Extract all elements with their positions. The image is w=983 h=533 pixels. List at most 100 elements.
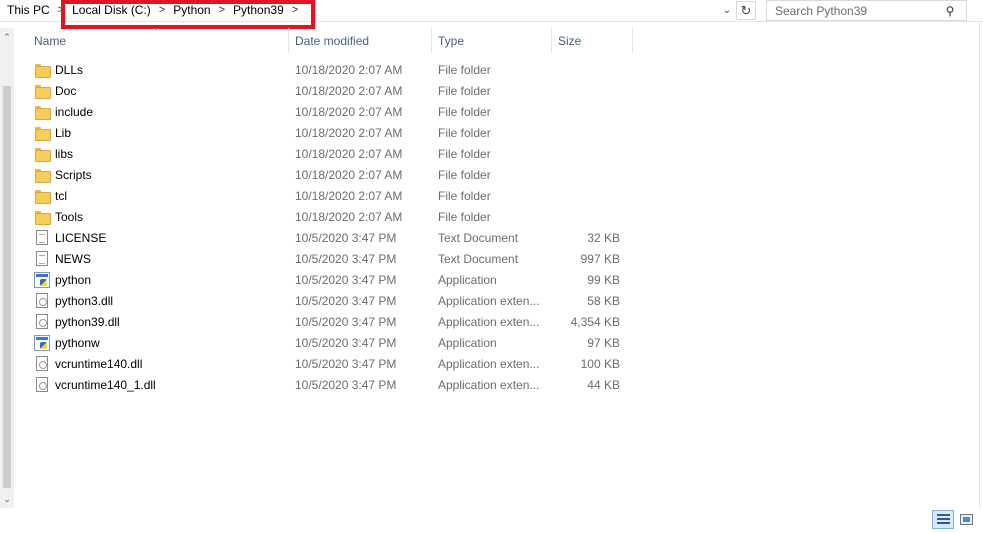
file-name: Lib	[55, 125, 72, 140]
python-app-icon	[34, 334, 50, 351]
breadcrumb-separator-icon[interactable]: >	[287, 4, 303, 16]
large-icons-view-icon	[959, 514, 973, 525]
table-row[interactable]: Lib 10/18/2020 2:07 AM File folder	[14, 122, 634, 143]
file-size: 58 KB	[587, 293, 620, 308]
file-name: libs	[55, 146, 74, 161]
file-date: 10/18/2020 2:07 AM	[295, 62, 403, 77]
file-type: File folder	[438, 167, 491, 182]
file-type: Text Document	[438, 230, 519, 245]
breadcrumb-this-pc[interactable]: This PC	[4, 3, 53, 17]
file-type: Text Document	[438, 251, 519, 266]
file-name-cell[interactable]: python3.dll	[14, 293, 289, 308]
column-name[interactable]: Name	[14, 28, 289, 53]
file-date: 10/18/2020 2:07 AM	[295, 209, 403, 224]
file-name-cell[interactable]: vcruntime140_1.dll	[14, 377, 289, 392]
file-size: 997 KB	[580, 251, 620, 266]
large-icons-view-button[interactable]	[955, 510, 977, 529]
file-name: LICENSE	[55, 230, 107, 245]
file-name: pythonw	[55, 335, 100, 350]
breadcrumb-local-disk[interactable]: Local Disk (C:)	[69, 3, 154, 17]
vertical-scrollbar[interactable]: ⌃ ⌄	[0, 28, 14, 508]
table-row[interactable]: pythonw 10/5/2020 3:47 PM Application 97 KB	[14, 332, 634, 353]
column-size[interactable]: Size	[552, 28, 633, 53]
chevron-down-icon[interactable]: ⌄	[718, 2, 736, 19]
file-type: Application	[438, 335, 497, 350]
file-type: File folder	[438, 146, 491, 161]
file-date: 10/5/2020 3:47 PM	[295, 251, 397, 266]
file-date: 10/18/2020 2:07 AM	[295, 146, 403, 161]
table-row[interactable]: Scripts 10/18/2020 2:07 AM File folder	[14, 164, 634, 185]
breadcrumb-python39[interactable]: Python39	[230, 3, 287, 17]
file-name: vcruntime140_1.dll	[55, 377, 156, 392]
file-name: vcruntime140.dll	[55, 356, 143, 371]
file-size: 44 KB	[587, 377, 620, 392]
table-row[interactable]: LICENSE 10/5/2020 3:47 PM Text Document 32 …	[14, 227, 634, 248]
folder-icon	[34, 83, 51, 99]
file-name-cell[interactable]: Tools	[14, 209, 289, 225]
file-name-cell[interactable]: Doc	[14, 83, 289, 99]
table-row[interactable]: python 10/5/2020 3:47 PM Application 99 KB	[14, 269, 634, 290]
file-type: Application	[438, 272, 497, 287]
column-type[interactable]: Type	[432, 28, 552, 53]
breadcrumb: This PC > Local Disk (C:) > Python > Pyt…	[0, 0, 303, 20]
file-name-cell[interactable]: tcl	[14, 188, 289, 204]
file-date: 10/18/2020 2:07 AM	[295, 104, 403, 119]
file-type: File folder	[438, 188, 491, 203]
table-row[interactable]: Doc 10/18/2020 2:07 AM File folder	[14, 80, 634, 101]
table-row[interactable]: DLLs 10/18/2020 2:07 AM File folder	[14, 59, 634, 80]
magnifier-icon[interactable]: ⚲	[939, 1, 961, 21]
scroll-down-icon[interactable]: ⌄	[0, 492, 14, 506]
table-row[interactable]: Tools 10/18/2020 2:07 AM File folder	[14, 206, 634, 227]
file-list: DLLs 10/18/2020 2:07 AM File folder Doc 10/1…	[14, 59, 634, 395]
table-row[interactable]: vcruntime140.dll 10/5/2020 3:47 PM Applica…	[14, 353, 634, 374]
scroll-up-icon[interactable]: ⌃	[0, 30, 14, 44]
file-type: File folder	[438, 209, 491, 224]
table-row[interactable]: tcl 10/18/2020 2:07 AM File folder	[14, 185, 634, 206]
file-date: 10/5/2020 3:47 PM	[295, 314, 397, 329]
file-name-cell[interactable]: LICENSE	[14, 230, 289, 245]
file-name-cell[interactable]: pythonw	[14, 334, 289, 351]
file-date: 10/5/2020 3:47 PM	[295, 356, 397, 371]
search-input[interactable]	[767, 3, 939, 18]
search-box[interactable]: ⚲	[766, 0, 967, 21]
table-row[interactable]: libs 10/18/2020 2:07 AM File folder	[14, 143, 634, 164]
file-name: tcl	[55, 188, 67, 203]
file-name-cell[interactable]: DLLs	[14, 62, 289, 78]
dll-file-icon	[36, 356, 48, 371]
table-row[interactable]: vcruntime140_1.dll 10/5/2020 3:47 PM Appli…	[14, 374, 634, 395]
breadcrumb-separator-icon[interactable]: >	[154, 4, 170, 16]
table-row[interactable]: python3.dll 10/5/2020 3:47 PM Application …	[14, 290, 634, 311]
table-row[interactable]: python39.dll 10/5/2020 3:47 PM Application…	[14, 311, 634, 332]
window-right-border	[979, 22, 983, 512]
file-name-cell[interactable]: python39.dll	[14, 314, 289, 329]
folder-icon	[34, 62, 51, 78]
table-row[interactable]: NEWS 10/5/2020 3:47 PM Text Document 997 KB	[14, 248, 634, 269]
file-name-cell[interactable]: python	[14, 271, 289, 288]
file-size: 4,354 KB	[570, 314, 620, 329]
address-bar-row: This PC > Local Disk (C:) > Python > Pyt…	[0, 0, 983, 29]
dll-file-icon	[36, 293, 48, 308]
breadcrumb-separator-icon[interactable]: >	[214, 4, 230, 16]
details-view-button[interactable]	[932, 510, 954, 529]
scrollbar-thumb[interactable]	[3, 86, 11, 488]
file-name: include	[55, 104, 94, 119]
folder-icon	[34, 167, 51, 183]
dll-file-icon	[36, 314, 48, 329]
file-type: Application exten...	[438, 377, 540, 392]
refresh-icon[interactable]: ↻	[736, 1, 756, 20]
file-name-cell[interactable]: libs	[14, 146, 289, 162]
file-name-cell[interactable]: NEWS	[14, 251, 289, 266]
file-name-cell[interactable]: include	[14, 104, 289, 120]
status-bar	[0, 508, 983, 533]
table-row[interactable]: include 10/18/2020 2:07 AM File folder	[14, 101, 634, 122]
file-date: 10/5/2020 3:47 PM	[295, 335, 397, 350]
breadcrumb-python[interactable]: Python	[170, 3, 213, 17]
breadcrumb-separator-icon[interactable]: >	[53, 4, 69, 16]
file-name-cell[interactable]: vcruntime140.dll	[14, 356, 289, 371]
file-size: 32 KB	[587, 230, 620, 245]
file-name-cell[interactable]: Scripts	[14, 167, 289, 183]
column-date-modified[interactable]: Date modified	[289, 28, 432, 53]
file-name-cell[interactable]: Lib	[14, 125, 289, 141]
file-name: python	[55, 272, 92, 287]
column-header: Name Date modified Type Size	[14, 28, 634, 53]
